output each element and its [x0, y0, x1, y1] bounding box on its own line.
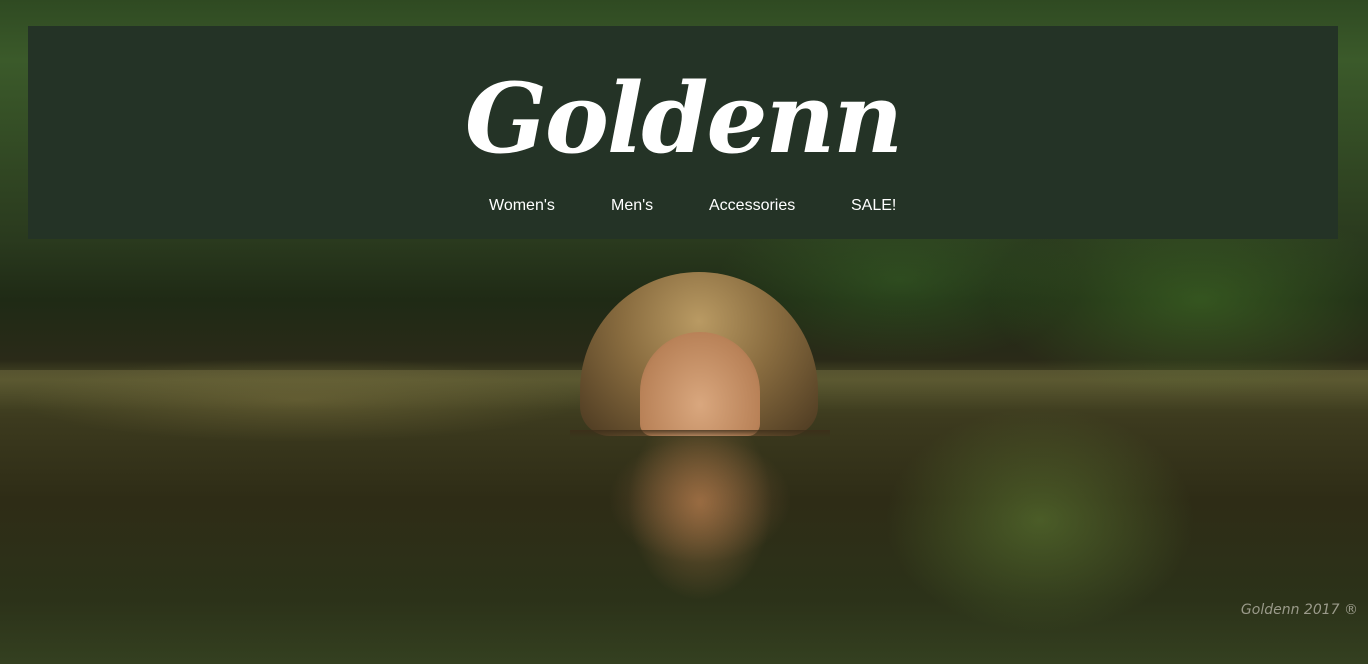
- copyright-text: Goldenn 2017 ®: [1240, 602, 1358, 618]
- nav-item-mens[interactable]: Men's: [611, 196, 653, 216]
- site-logo[interactable]: Goldenn: [0, 64, 1368, 174]
- waterline: [570, 430, 830, 438]
- hero-background: Goldenn Women's Men's Accessories SALE! …: [0, 0, 1368, 664]
- swimmer-head: [580, 272, 818, 436]
- nav-item-sale[interactable]: SALE!: [851, 196, 896, 216]
- nav-item-womens[interactable]: Women's: [489, 196, 555, 216]
- swimmer-reflection: [590, 436, 810, 606]
- main-nav: Women's Men's Accessories SALE!: [489, 196, 909, 218]
- nav-item-accessories[interactable]: Accessories: [709, 196, 795, 216]
